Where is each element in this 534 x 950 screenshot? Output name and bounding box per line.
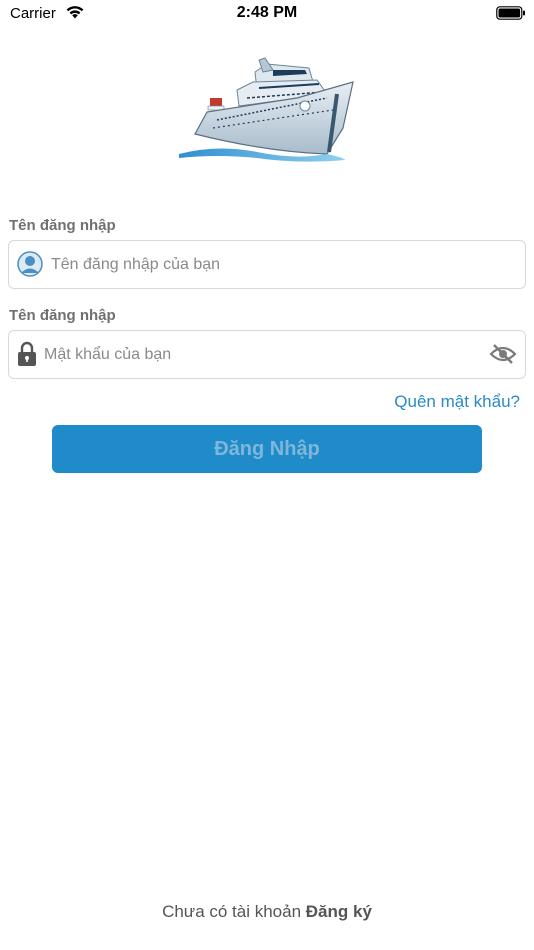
cruise-ship-logo [179,57,354,162]
user-icon [17,251,43,277]
username-label: Tên đăng nhập [9,217,116,234]
clock: 2:48 PM [236,4,298,21]
password-input[interactable] [44,331,484,378]
eye-off-icon[interactable] [489,343,517,365]
register-prompt-text: Chưa có tài khoản [162,902,302,921]
username-field[interactable] [8,240,526,289]
username-input[interactable] [51,241,511,288]
forgot-password-link[interactable]: Quên mật khẩu? [394,392,520,412]
login-screen: Carrier 2:48 PM Tên đăng nhập Tên đăng n… [0,0,534,950]
lock-icon [18,341,36,366]
register-link[interactable]: Đăng ký [306,902,372,921]
status-bar: Carrier 2:48 PM [0,0,534,28]
login-button[interactable]: Đăng Nhập [52,425,482,473]
battery-icon [496,6,525,20]
register-prompt: Chưa có tài khoản Đăng ký [0,902,534,922]
password-field[interactable] [8,330,526,379]
password-label: Tên đăng nhập [9,307,116,324]
